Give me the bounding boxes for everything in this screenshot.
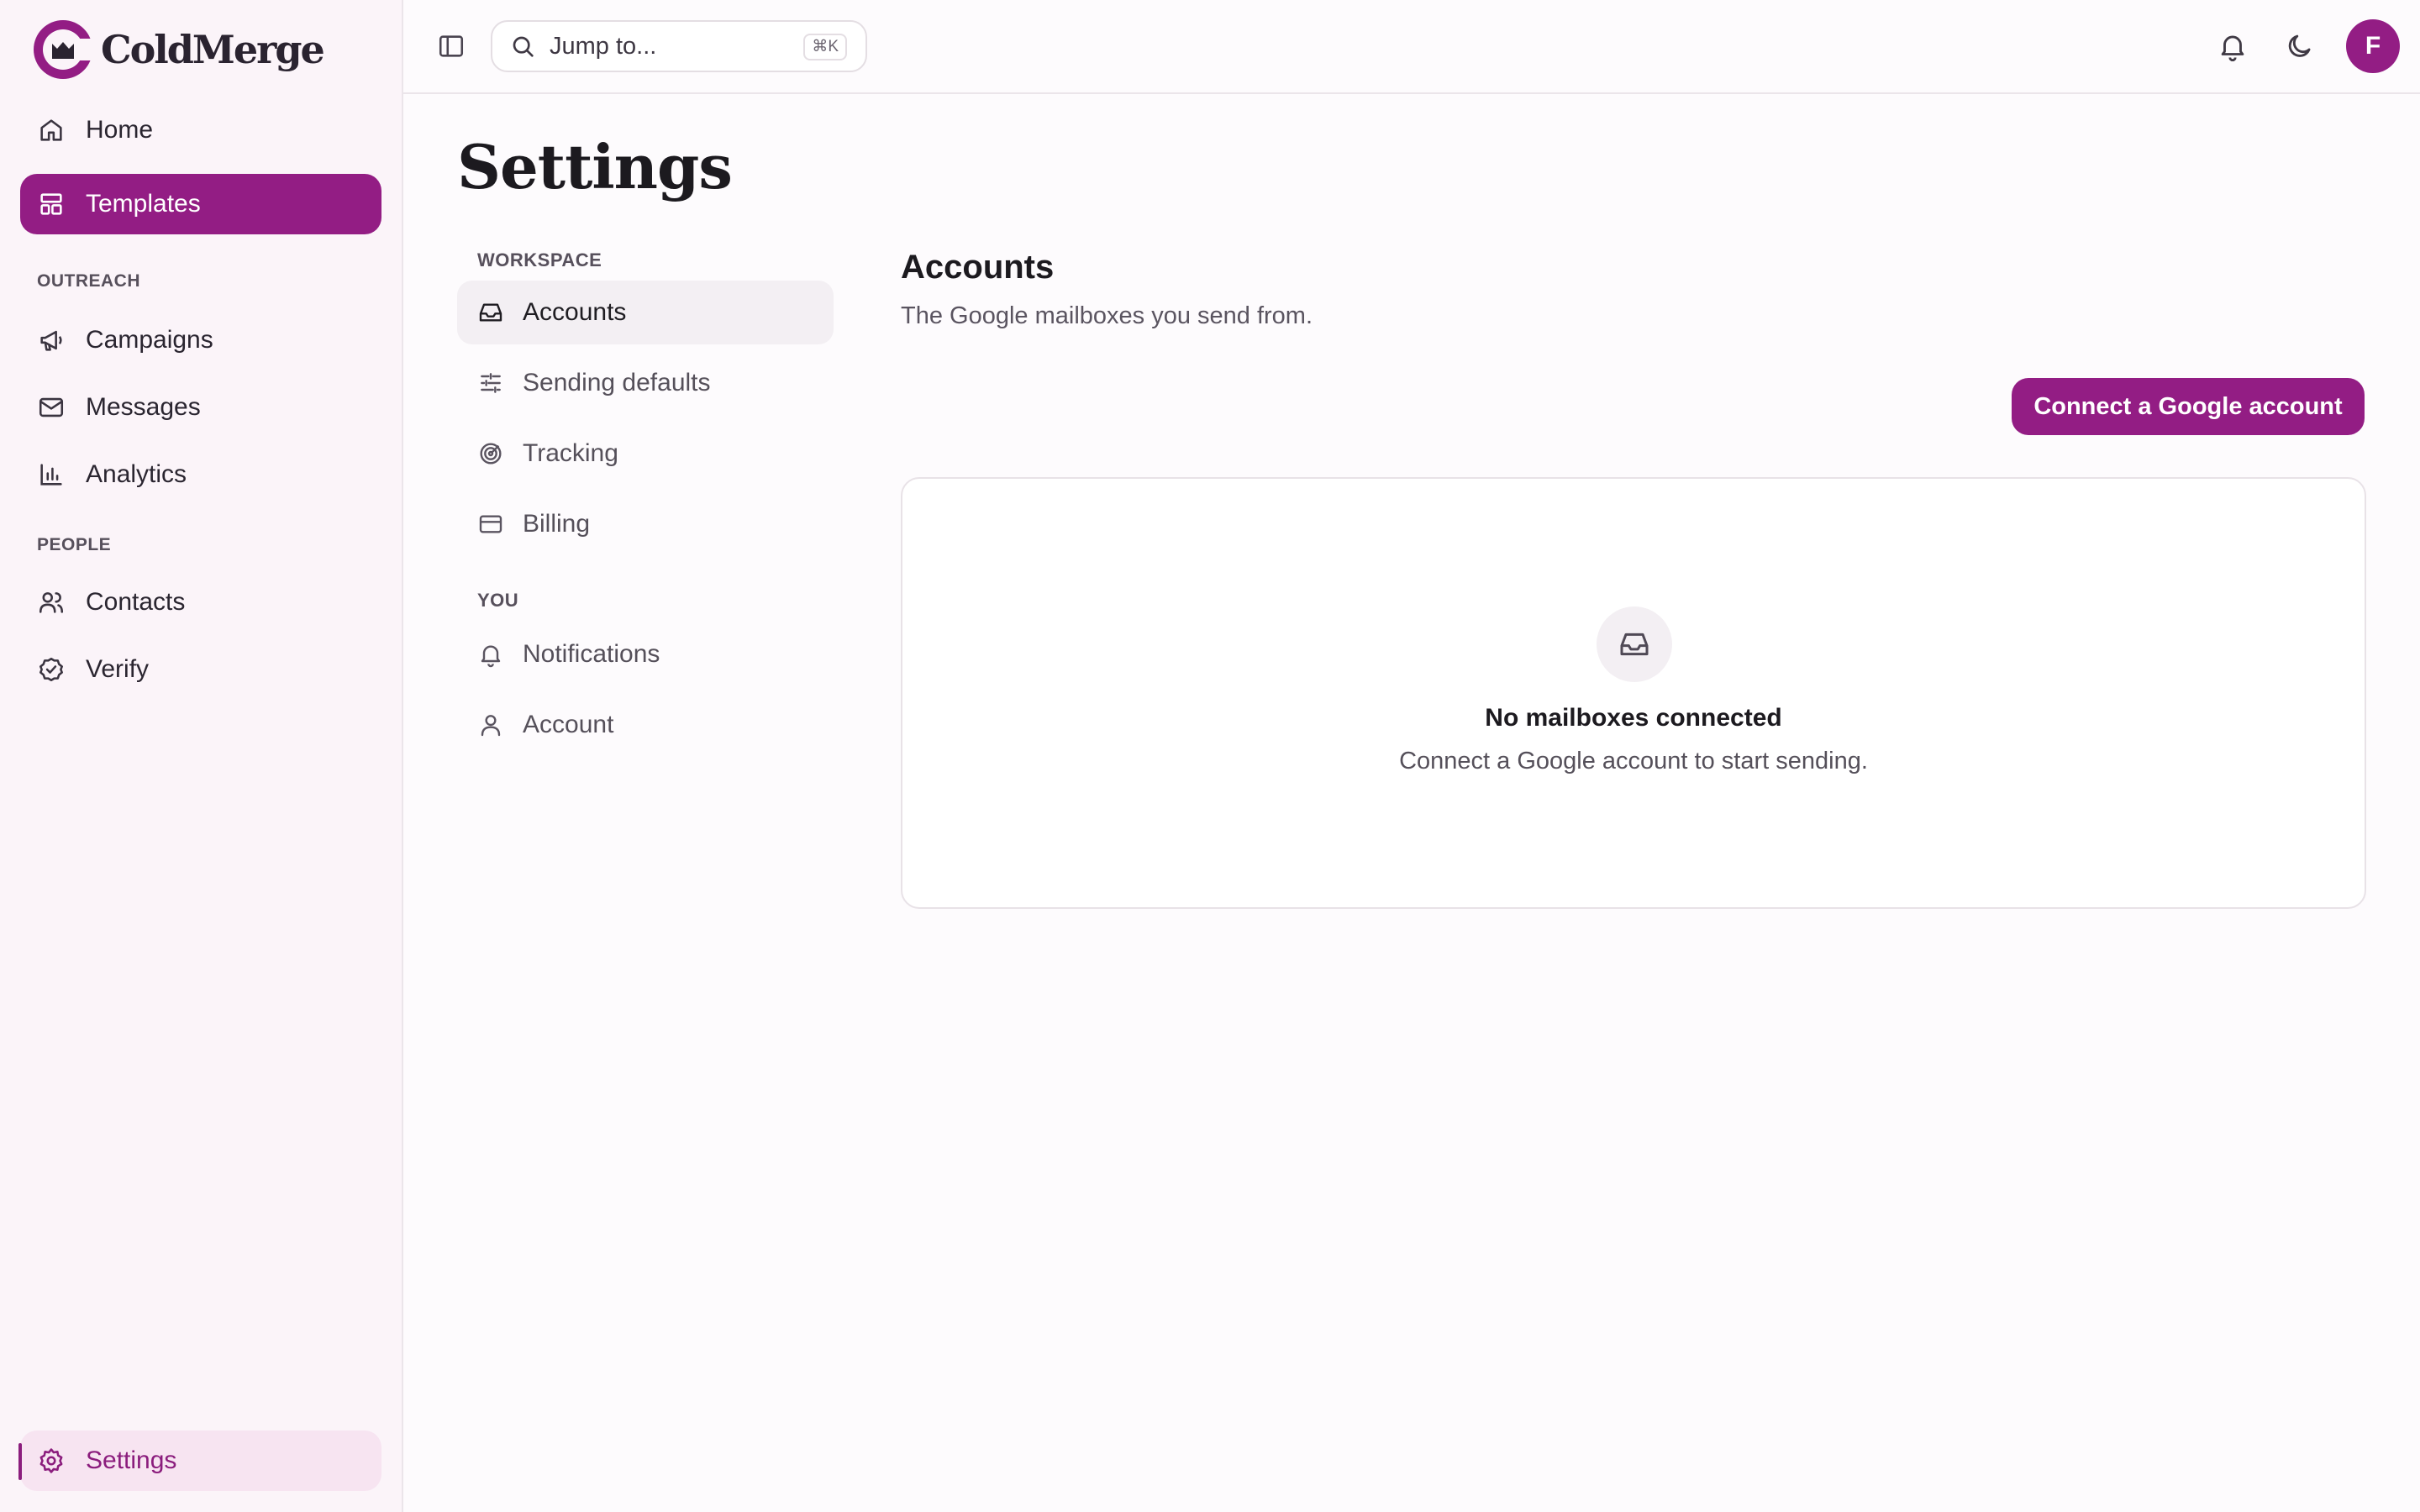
coldmerge-logo (34, 20, 94, 79)
settings-item-label: Sending defaults (523, 369, 711, 396)
settings-item-label: Account (523, 711, 614, 738)
section-label-outreach: OUTREACH (37, 271, 140, 291)
sidebar: ColdMerge Home Templates OUTREACH Campai… (0, 0, 403, 1512)
sidebar-item-home[interactable]: Home (20, 100, 381, 160)
bell-icon[interactable] (2217, 30, 2249, 62)
mail-icon (39, 397, 64, 417)
search-bar[interactable]: ⌘K (491, 20, 867, 72)
settings-item-label: Accounts (523, 298, 627, 326)
inbox-icon (479, 303, 502, 322)
section-description: The Google mailboxes you send from. (901, 302, 1313, 329)
sidebar-item-templates[interactable]: Templates (20, 174, 381, 234)
settings-item-label: Billing (523, 510, 591, 538)
sidebar-item-label: Templates (86, 190, 201, 218)
empty-state-card: No mailboxes connected Connect a Google … (901, 477, 2366, 909)
check-badge-icon (39, 657, 64, 682)
megaphone-icon (40, 330, 62, 351)
settings-item-billing[interactable]: Billing (457, 492, 834, 556)
shortcut-hint: ⌘K (803, 34, 847, 60)
settings-item-account[interactable]: Account (457, 693, 834, 757)
brand-name: ColdMerge (101, 27, 325, 72)
sidebar-item-label: Settings (86, 1446, 177, 1474)
sidebar-item-analytics[interactable]: Analytics (20, 444, 381, 505)
credit-card-icon (479, 515, 502, 533)
sidebar-item-label: Campaigns (86, 326, 213, 354)
topbar: ⌘K F (403, 0, 2420, 94)
settings-section-workspace: WORKSPACE (477, 249, 602, 270)
users-icon (39, 592, 64, 613)
section-label-people: PEOPLE (37, 535, 112, 554)
user-icon (481, 715, 501, 737)
inbox-icon (1620, 633, 1649, 656)
settings-item-label: Notifications (523, 640, 660, 668)
active-indicator (18, 1443, 22, 1480)
sidebar-item-campaigns[interactable]: Campaigns (20, 310, 381, 370)
sidebar-item-verify[interactable]: Verify (20, 639, 381, 700)
settings-item-accounts[interactable]: Accounts (457, 281, 834, 344)
layout-icon (40, 193, 62, 215)
brand[interactable]: ColdMerge (32, 17, 325, 82)
settings-section-you: YOU (477, 590, 519, 611)
bell-icon (481, 645, 501, 668)
sidebar-item-label: Messages (86, 393, 201, 421)
sliders-icon (481, 373, 501, 393)
settings-item-sending-defaults[interactable]: Sending defaults (457, 351, 834, 415)
sidebar-item-messages[interactable]: Messages (20, 377, 381, 438)
sidebar-item-contacts[interactable]: Contacts (20, 572, 381, 633)
section-title: Accounts (901, 249, 1055, 286)
page-title: Settings (457, 131, 733, 202)
sidebar-item-label: Analytics (86, 460, 187, 488)
sidebar-item-settings[interactable]: Settings (20, 1431, 381, 1491)
sidebar-item-label: Contacts (86, 588, 186, 616)
empty-state-icon-wrap (1597, 606, 1672, 682)
search-input[interactable] (550, 32, 802, 60)
avatar[interactable]: F (2346, 19, 2400, 73)
target-icon (480, 443, 502, 465)
settings-item-tracking[interactable]: Tracking (457, 422, 834, 486)
search-icon (513, 36, 534, 57)
connect-google-account-button[interactable]: Connect a Google account (2012, 378, 2365, 435)
home-icon (40, 119, 62, 141)
sidebar-item-label: Home (86, 116, 154, 144)
empty-state-title: No mailboxes connected (1485, 704, 1782, 732)
sidebar-toggle-icon[interactable] (437, 32, 466, 60)
moon-icon[interactable] (2284, 30, 2316, 62)
settings-item-label: Tracking (523, 439, 618, 467)
empty-state-description: Connect a Google account to start sendin… (1399, 748, 1868, 774)
bar-chart-icon (40, 464, 62, 486)
sidebar-item-label: Verify (86, 655, 150, 683)
settings-item-notifications[interactable]: Notifications (457, 622, 834, 686)
gear-icon (39, 1448, 63, 1473)
